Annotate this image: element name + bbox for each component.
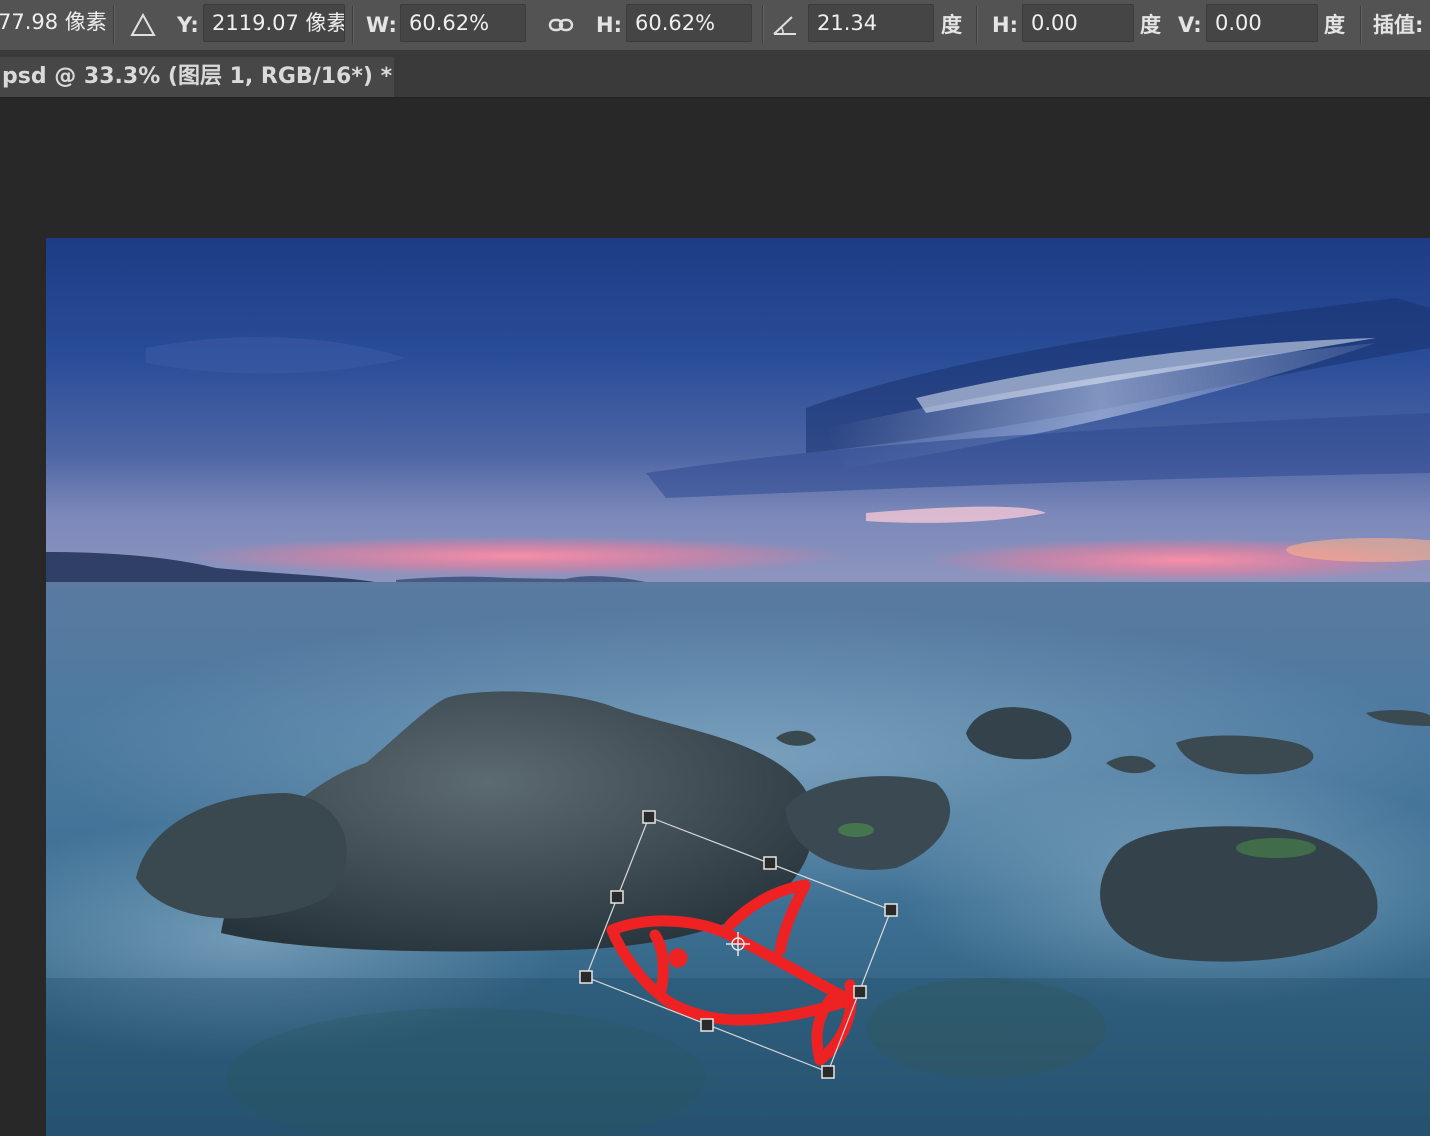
skew-v-field[interactable]: 0.00 (1206, 4, 1318, 42)
divider (113, 6, 115, 44)
y-field[interactable]: 2119.07 像素 (203, 4, 345, 42)
height-field[interactable]: 60.62% (626, 4, 752, 42)
skew-h-unit: 度 (1140, 13, 1161, 37)
divider (762, 6, 764, 44)
landscape-photo[interactable] (46, 238, 1430, 1136)
skew-h-label: H: (992, 13, 1018, 37)
h-label: H: (596, 13, 622, 37)
w-label: W: (366, 13, 397, 37)
interpolation-label: 插值: (1373, 13, 1424, 37)
triangle-icon[interactable] (130, 0, 156, 50)
y-label: Y: (177, 13, 199, 37)
document-tab[interactable]: psd @ 33.3% (图层 1, RGB/16*) * (0, 57, 394, 97)
document-tab-bar: psd @ 33.3% (图层 1, RGB/16*) * (0, 51, 1430, 98)
width-field[interactable]: 60.62% (400, 4, 526, 42)
transform-options-bar: 77.98 像素 Y: 2119.07 像素 W: 60.62% H: 60.6… (0, 0, 1430, 51)
divider (352, 6, 354, 44)
rotate-angle-field[interactable]: 21.34 (808, 4, 934, 42)
angle-unit: 度 (941, 13, 962, 37)
sky (46, 238, 1430, 583)
skew-v-label: V: (1178, 13, 1202, 37)
x-field[interactable]: 77.98 像素 (0, 4, 110, 42)
divider (976, 6, 978, 44)
sunset-glow (186, 536, 846, 576)
angle-icon (772, 0, 798, 50)
skew-v-unit: 度 (1324, 13, 1345, 37)
divider (1360, 6, 1362, 44)
chain-link-icon[interactable] (548, 0, 574, 50)
skew-h-field[interactable]: 0.00 (1022, 4, 1134, 42)
